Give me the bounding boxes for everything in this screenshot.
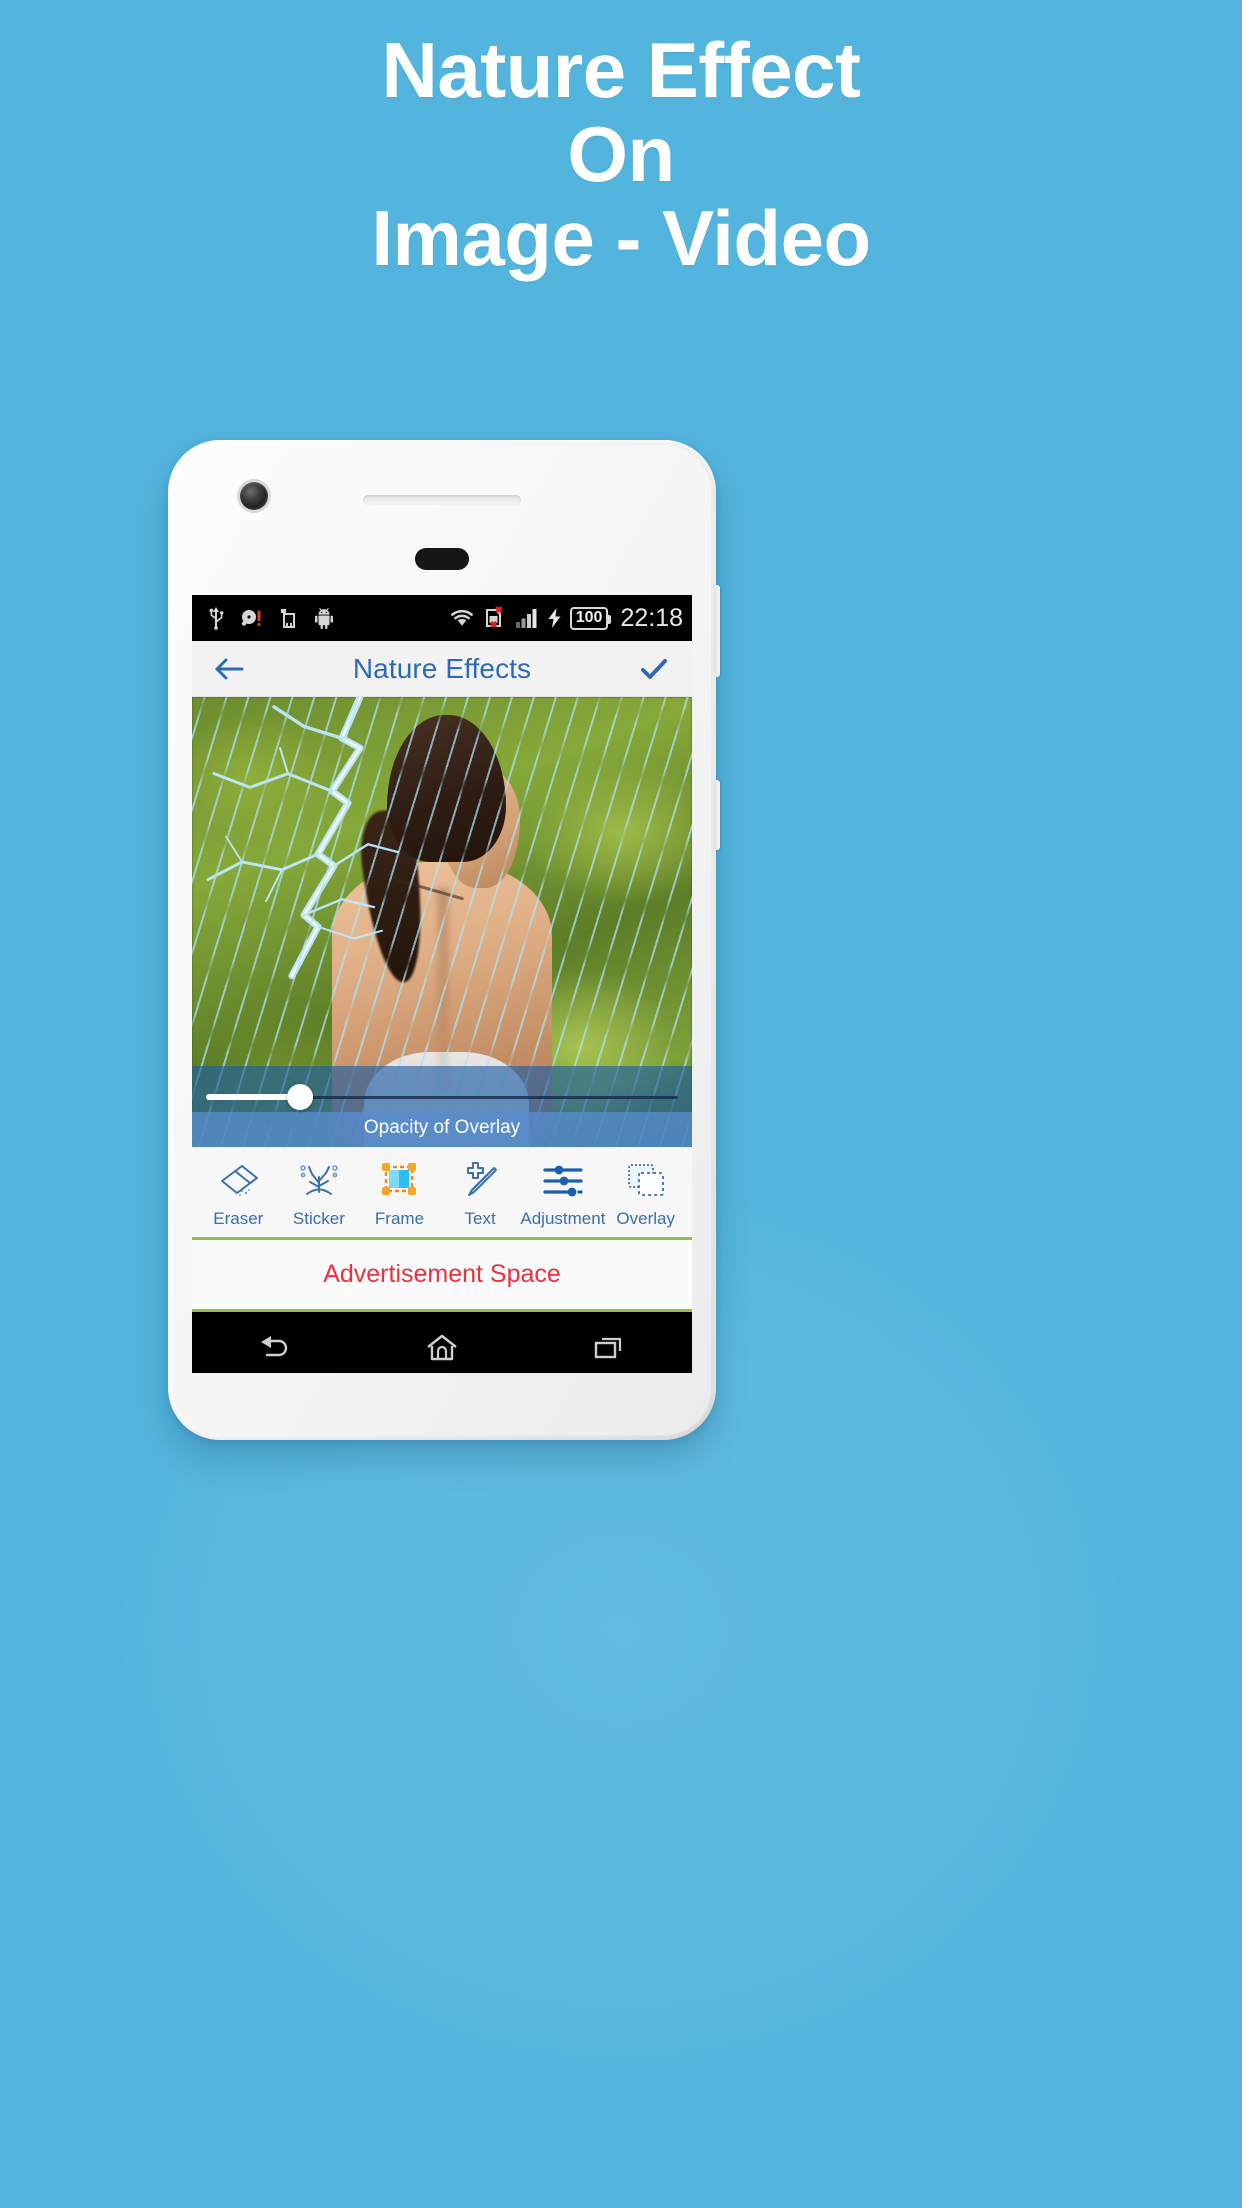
- tool-label: Eraser: [213, 1209, 264, 1228]
- status-bar: 100 22:18: [192, 595, 692, 641]
- charging-bolt-icon: [548, 608, 561, 628]
- sticker-icon: [297, 1159, 341, 1203]
- sd-card-icon: [281, 609, 295, 628]
- advertisement-space[interactable]: Advertisement Space: [192, 1240, 692, 1312]
- opacity-slider-thumb[interactable]: [287, 1084, 314, 1110]
- arrow-left-icon: [215, 658, 244, 679]
- headline-line-2: On: [567, 110, 675, 199]
- power-button[interactable]: [714, 585, 720, 677]
- opacity-control-strip: Opacity of Overlay: [192, 1066, 692, 1147]
- app-bar: Nature Effects: [192, 641, 692, 697]
- status-bar-clock: 22:18: [620, 603, 683, 632]
- phone-mockup: 100 22:18 Nature Effects Opacity of Over…: [168, 440, 720, 1440]
- overlay-icon: [624, 1159, 668, 1203]
- front-camera-icon: [240, 482, 268, 510]
- back-nav-icon: [261, 1336, 288, 1357]
- confirm-button[interactable]: [632, 656, 676, 682]
- opacity-slider[interactable]: [206, 1082, 678, 1112]
- tool-strip: Eraser Sticker Frame Text Adjustment Ove…: [192, 1147, 692, 1240]
- sensor-module: [415, 548, 469, 570]
- frame-icon: [377, 1159, 421, 1203]
- tool-text[interactable]: Text: [440, 1159, 521, 1229]
- tool-adjustment[interactable]: Adjustment: [520, 1159, 605, 1229]
- earpiece-speaker: [363, 495, 521, 505]
- nav-back-button[interactable]: [230, 1333, 320, 1363]
- wifi-icon: [450, 609, 473, 626]
- eraser-icon: [216, 1159, 260, 1203]
- sim-card-missing-icon: [485, 606, 502, 628]
- tool-label: Frame: [374, 1209, 425, 1228]
- nav-home-button[interactable]: [397, 1333, 487, 1363]
- battery-level-text: 100: [575, 609, 603, 626]
- text-pen-icon: [458, 1159, 502, 1203]
- opacity-slider-fill: [206, 1094, 301, 1100]
- sliders-icon: [540, 1159, 586, 1203]
- status-bar-right-icons: 100 22:18: [449, 604, 683, 633]
- photo-canvas[interactable]: Opacity of Overlay: [192, 697, 692, 1147]
- recents-nav-icon: [594, 1337, 621, 1359]
- volume-button[interactable]: [714, 780, 720, 850]
- phone-screen: 100 22:18 Nature Effects Opacity of Over…: [192, 595, 692, 1373]
- signal-bars-icon: [515, 609, 537, 628]
- headline-line-3: Image - Video: [371, 194, 871, 283]
- battery-indicator: 100: [569, 606, 612, 630]
- tool-label: Adjustment: [520, 1209, 606, 1228]
- usb-icon: [209, 607, 224, 630]
- tool-label: Sticker: [292, 1209, 345, 1228]
- status-bar-left-icons: [206, 606, 336, 630]
- tool-sticker[interactable]: Sticker: [279, 1159, 360, 1229]
- subject-hair: [386, 715, 507, 862]
- android-nav-bar: [192, 1312, 692, 1373]
- promo-headline: Nature Effect On Image - Video: [0, 28, 1242, 281]
- alarm-disabled-icon: [241, 610, 261, 626]
- subject-spine-shadow: [437, 887, 449, 1096]
- page-title: Nature Effects: [352, 652, 532, 684]
- tool-label: Text: [464, 1209, 496, 1228]
- tool-label: Overlay: [616, 1209, 675, 1228]
- tool-overlay[interactable]: Overlay: [605, 1159, 686, 1229]
- tool-eraser[interactable]: Eraser: [198, 1159, 279, 1229]
- opacity-slider-label: Opacity of Overlay: [192, 1112, 692, 1147]
- android-icon: [315, 607, 333, 630]
- back-button[interactable]: [208, 656, 252, 682]
- advertisement-label: Advertisement Space: [323, 1260, 561, 1288]
- check-icon: [641, 658, 667, 679]
- tool-frame[interactable]: Frame: [359, 1159, 440, 1229]
- home-nav-icon: [427, 1334, 457, 1361]
- headline-line-1: Nature Effect: [381, 26, 861, 114]
- nav-recents-button[interactable]: [564, 1333, 654, 1363]
